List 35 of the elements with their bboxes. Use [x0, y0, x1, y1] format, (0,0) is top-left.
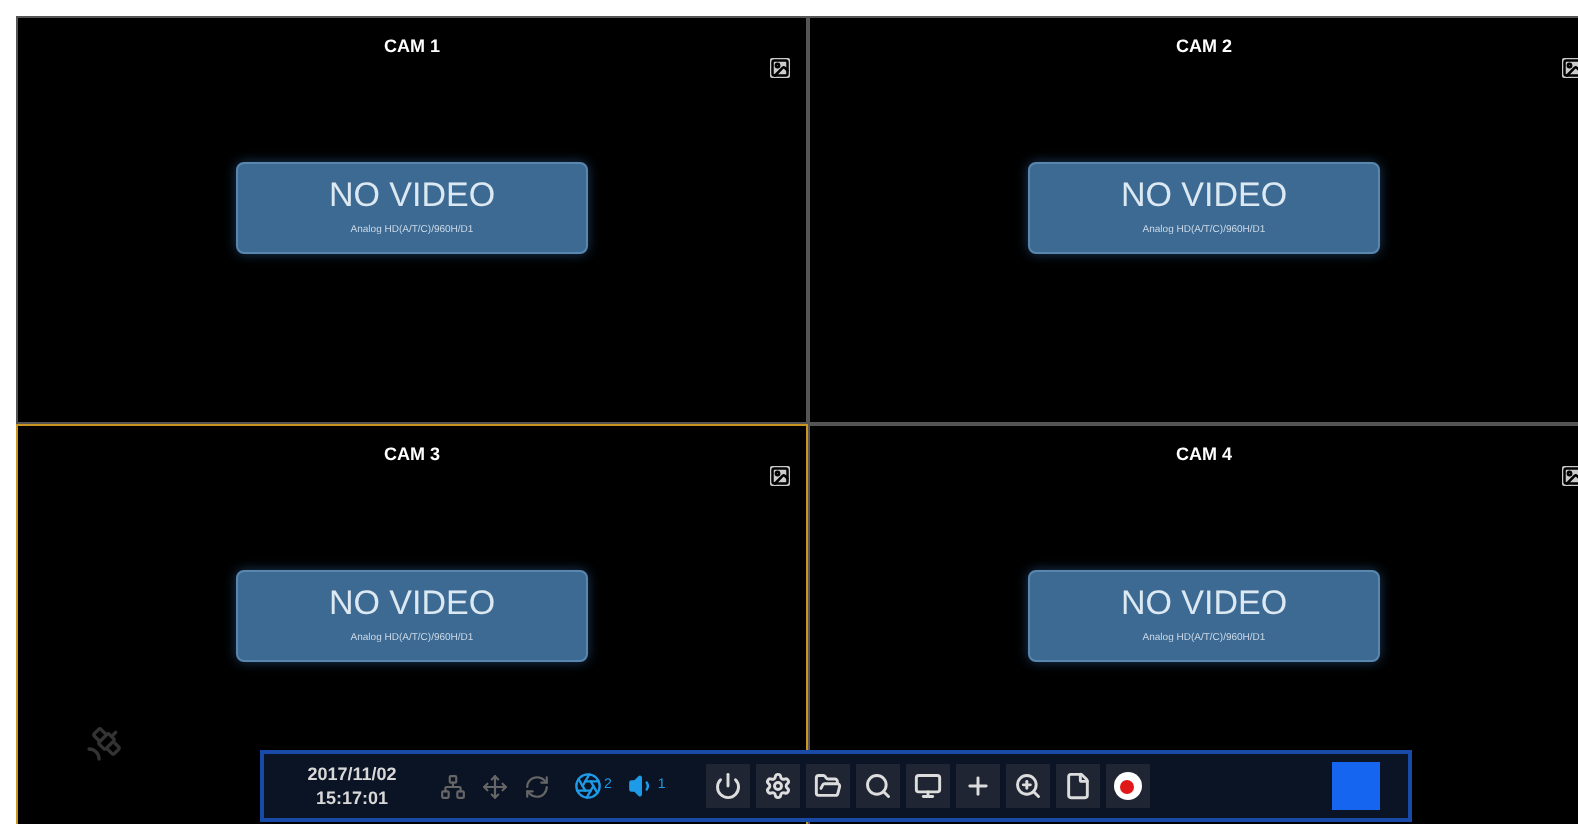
- camera-title: CAM 1: [383, 34, 440, 60]
- zoom-button[interactable]: [1005, 764, 1050, 808]
- record-button[interactable]: [1105, 764, 1150, 808]
- file-button[interactable]: [1055, 764, 1100, 808]
- satellite-icon: [84, 724, 124, 764]
- network-icon: [440, 773, 466, 799]
- camera-title: CAM 3: [383, 442, 440, 468]
- search-button[interactable]: [855, 764, 900, 808]
- folder-button[interactable]: [805, 764, 850, 808]
- record-icon: [1113, 772, 1142, 800]
- time-text: 15:17:01: [315, 786, 389, 810]
- camera-icon[interactable]: [574, 772, 602, 800]
- status-text: NO VIDEO: [1120, 583, 1288, 624]
- monitor-icon: [913, 772, 942, 800]
- move-icon: [482, 773, 508, 799]
- monitor-button[interactable]: [905, 764, 950, 808]
- file-icon: [1063, 772, 1092, 800]
- date-text: 2017/11/02: [307, 762, 397, 786]
- ptz-button[interactable]: [955, 764, 1000, 808]
- settings-button[interactable]: [755, 764, 800, 808]
- power-button[interactable]: [705, 764, 750, 808]
- picture-icon: [770, 466, 790, 486]
- status-text: NO VIDEO: [328, 175, 496, 216]
- picture-icon: [770, 58, 790, 78]
- status-text: NO VIDEO: [328, 583, 496, 624]
- folder-icon: [813, 772, 842, 800]
- settings-icon: [763, 772, 792, 800]
- zoom-in-icon: [1013, 772, 1042, 800]
- refresh-icon: [524, 773, 550, 799]
- camera-title: CAM 4: [1175, 442, 1232, 468]
- power-icon: [713, 772, 742, 800]
- plus-icon: [963, 772, 992, 800]
- status-text: NO VIDEO: [1120, 175, 1288, 216]
- search-icon: [863, 772, 892, 800]
- camera-title: CAM 2: [1175, 34, 1232, 60]
